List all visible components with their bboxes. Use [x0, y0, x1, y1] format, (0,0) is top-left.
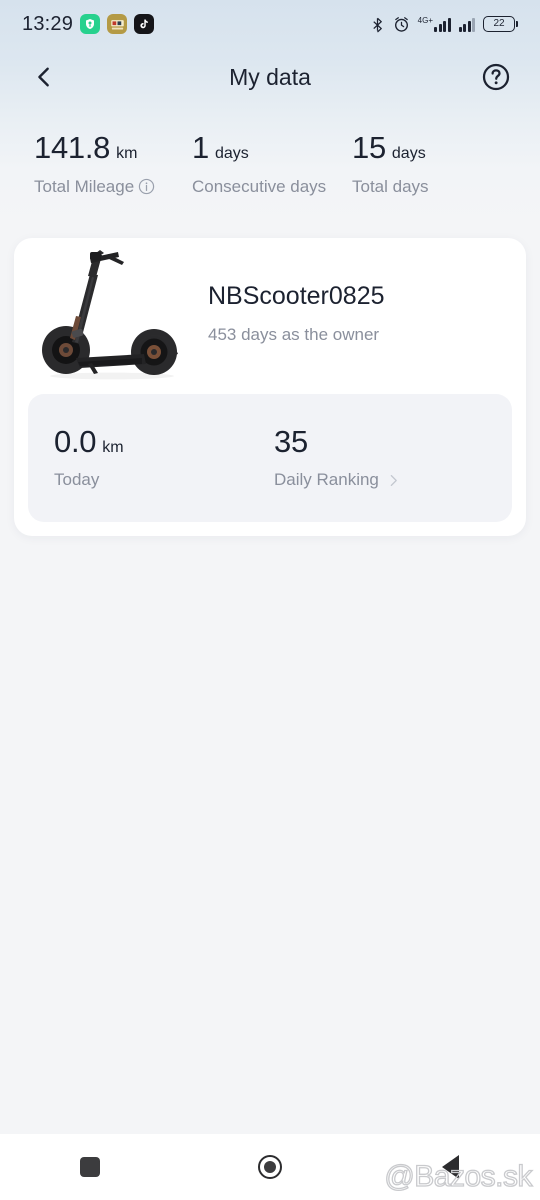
stat-value: 15 [352, 130, 386, 165]
battery-cap [516, 21, 518, 27]
stat-unit: days [391, 145, 426, 162]
battery-percent-label: 22 [493, 18, 505, 29]
ranking-value: 35 [274, 423, 308, 459]
device-name: NBScooter0825 [208, 281, 385, 310]
back-button[interactable] [26, 59, 62, 95]
stat-label: Total days [352, 176, 429, 196]
recents-button[interactable] [45, 1134, 135, 1200]
daily-ranking-stat[interactable]: 35 Daily Ranking [274, 423, 400, 491]
stat-value-group: 1 days [192, 130, 352, 165]
stat-unit: km [116, 145, 138, 162]
home-button[interactable] [225, 1134, 315, 1200]
stat-value-group: 15 days [352, 130, 429, 165]
back-triangle-icon [441, 1155, 459, 1179]
back-chevron-icon [38, 67, 49, 87]
stat-value: 141.8 [34, 130, 111, 165]
app-header: My data [0, 48, 540, 106]
today-value: 0.0 [54, 423, 97, 459]
battery-indicator: 22 [483, 16, 518, 32]
today-distance-stat: 0.0 km Today [54, 423, 274, 491]
tiktok-icon [134, 14, 155, 34]
stat-label-group: Total Mileage [34, 177, 192, 197]
device-stats-panel: 0.0 km Today 35 Daily Ranking [28, 394, 512, 522]
back-nav-button[interactable] [405, 1134, 495, 1200]
ranking-label-group: Daily Ranking [274, 470, 400, 490]
device-card[interactable]: NBScooter0825 453 days as the owner 0.0 … [14, 238, 526, 536]
signal-bars-primary [434, 17, 451, 32]
page-title: My data [229, 63, 311, 90]
stat-label: Total Mileage [34, 176, 135, 196]
ranking-value-group: 35 [274, 423, 400, 459]
device-info: NBScooter0825 453 days as the owner [208, 282, 385, 345]
phone-screen: 13:29 4G+ 22 My data 141.8 km Total Mile… [0, 0, 540, 1200]
stat-value: 1 [192, 130, 209, 165]
android-navigation-bar [0, 1134, 540, 1200]
today-unit: km [102, 438, 124, 456]
info-icon[interactable] [138, 178, 155, 195]
shield-location-icon [80, 14, 101, 34]
today-label: Today [54, 470, 100, 490]
stat-label-group: Consecutive days [192, 177, 352, 197]
stat-label-group: Total days [352, 177, 429, 197]
stat-value-group: 141.8 km [34, 130, 192, 165]
stat-unit: days [214, 145, 249, 162]
ranking-label: Daily Ranking [274, 470, 379, 490]
today-value-group: 0.0 km [54, 423, 274, 459]
chevron-right-icon [390, 474, 397, 486]
help-button[interactable] [478, 59, 514, 95]
device-card-header: NBScooter0825 453 days as the owner [14, 238, 526, 388]
summary-stats-row: 141.8 km Total Mileage 1 days Consecutiv… [0, 130, 540, 197]
stat-total-mileage: 141.8 km Total Mileage [34, 130, 192, 197]
status-bar: 13:29 4G+ 22 [0, 0, 540, 48]
network-type-label: 4G+ [417, 15, 433, 25]
stat-label: Consecutive days [192, 176, 327, 196]
status-bar-right: 4G+ 22 [370, 15, 518, 34]
electric-scooter-image [42, 250, 178, 380]
signal-bars-secondary [458, 17, 475, 32]
device-ownership-days: 453 days as the owner [208, 324, 380, 344]
help-question-icon [482, 63, 510, 91]
home-circle-icon [258, 1155, 282, 1179]
bluetooth-icon [370, 15, 385, 34]
status-bar-clock: 13:29 [22, 12, 74, 35]
cellular-signal-primary: 4G+ [417, 15, 451, 32]
alarm-clock-icon [393, 16, 410, 33]
stat-total-days: 15 days Total days [352, 130, 429, 197]
recents-square-icon [80, 1157, 100, 1177]
stat-consecutive-days: 1 days Consecutive days [192, 130, 352, 197]
movie-app-icon [107, 14, 128, 34]
status-bar-left: 13:29 [22, 12, 155, 36]
